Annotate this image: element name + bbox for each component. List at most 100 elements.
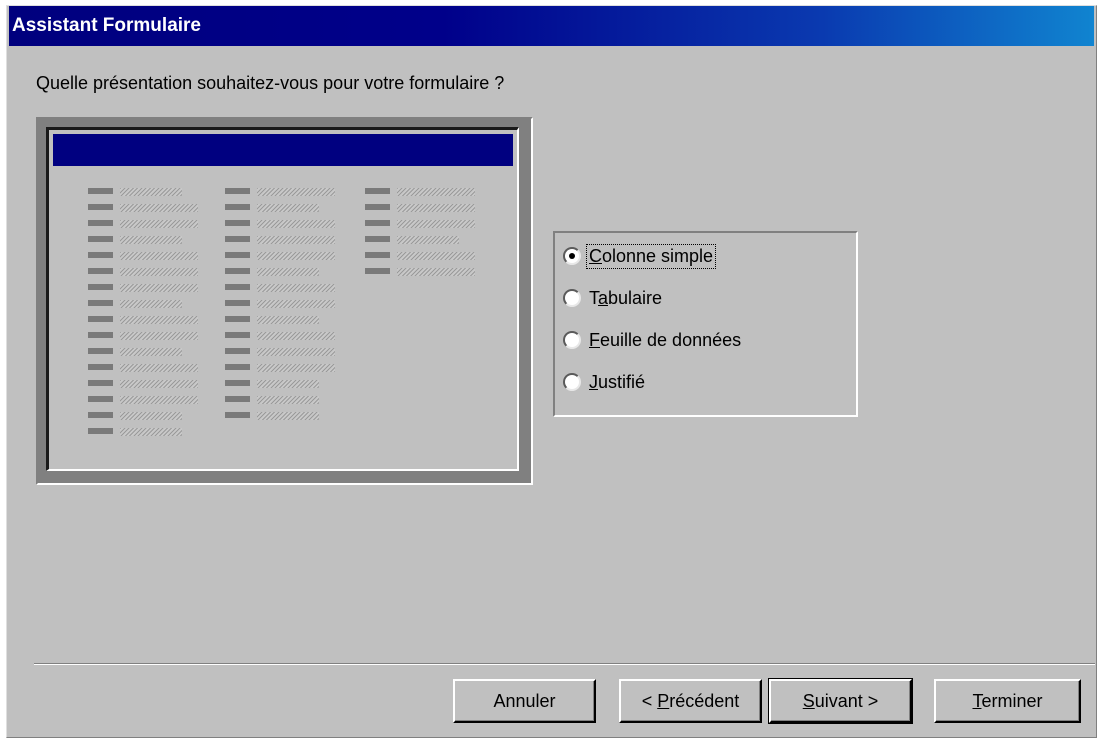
preview-field-box	[120, 428, 182, 436]
preview-field-box	[257, 236, 335, 244]
preview-field-label	[88, 412, 113, 418]
preview-field-label	[225, 220, 250, 226]
preview-field-box	[120, 236, 182, 244]
preview-field-label	[88, 220, 113, 226]
preview-field-box	[120, 300, 182, 308]
preview-field-box	[257, 364, 335, 372]
preview-field-label	[225, 188, 250, 194]
preview-field-label	[88, 348, 113, 354]
radio-button[interactable]	[563, 373, 581, 391]
radio-colonne-simple[interactable]: Colonne simple	[563, 241, 717, 271]
button-label: < Précédent	[641, 690, 740, 711]
preview-field-label	[88, 284, 113, 290]
preview-field-label	[88, 188, 113, 194]
preview-field-box	[120, 316, 198, 324]
previous-button[interactable]: < Précédent	[619, 679, 762, 723]
title-bar: Assistant Formulaire	[9, 6, 1094, 46]
radio-feuille-de-donnees[interactable]: Feuille de données	[563, 325, 743, 355]
preview-field-box	[120, 220, 198, 228]
preview-field-box	[257, 252, 335, 260]
radio-button[interactable]	[563, 289, 581, 307]
preview-field-box	[397, 252, 475, 260]
preview-field-box	[257, 300, 335, 308]
preview-field-box	[257, 348, 335, 356]
preview-field-label	[88, 316, 113, 322]
preview-field-box	[397, 268, 475, 276]
preview-field-label	[365, 268, 390, 274]
preview-field-box	[257, 284, 335, 292]
preview-field-box	[257, 332, 335, 340]
radio-button-checked[interactable]	[563, 247, 581, 265]
next-button[interactable]: Suivant >	[768, 678, 913, 724]
preview-field-label	[88, 204, 113, 210]
finish-button[interactable]: Terminer	[934, 679, 1081, 723]
layout-preview-form	[46, 127, 519, 471]
layout-preview	[36, 117, 533, 485]
layout-option-group: Colonne simple Tabulaire Feuille de donn…	[553, 231, 858, 417]
wizard-dialog: Assistant Formulaire Quelle présentation…	[6, 5, 1097, 738]
preview-field-label	[225, 300, 250, 306]
preview-field-label	[88, 268, 113, 274]
wizard-prompt: Quelle présentation souhaitez-vous pour …	[36, 73, 505, 93]
preview-field-label	[365, 252, 390, 258]
preview-field-box	[397, 220, 475, 228]
button-label: Suivant >	[802, 690, 879, 711]
button-label: Terminer	[972, 690, 1043, 711]
preview-field-label	[365, 220, 390, 226]
preview-field-label	[225, 412, 250, 418]
preview-field-label	[225, 252, 250, 258]
preview-field-box	[120, 396, 198, 404]
preview-field-label	[88, 332, 113, 338]
radio-label: Justifié	[589, 371, 646, 392]
preview-field-box	[120, 380, 198, 388]
preview-field-box	[120, 252, 198, 260]
preview-field-label	[88, 428, 113, 434]
preview-field-label	[225, 204, 250, 210]
radio-tabulaire[interactable]: Tabulaire	[563, 283, 664, 313]
preview-field-label	[225, 396, 250, 402]
preview-field-box	[120, 284, 198, 292]
preview-field-label	[225, 364, 250, 370]
preview-field-label	[365, 188, 390, 194]
button-label: Annuler	[493, 690, 556, 711]
radio-label: Tabulaire	[589, 287, 663, 308]
preview-field-label	[225, 316, 250, 322]
preview-field-label	[365, 236, 390, 242]
preview-field-box	[120, 332, 198, 340]
preview-field-box	[397, 236, 459, 244]
preview-field-box	[120, 348, 182, 356]
radio-label: Feuille de données	[589, 329, 742, 350]
preview-field-box	[397, 204, 475, 212]
radio-label: Colonne simple	[585, 243, 717, 269]
preview-field-label	[225, 268, 250, 274]
radio-button[interactable]	[563, 331, 581, 349]
preview-field-box	[120, 204, 198, 212]
preview-field-box	[257, 316, 319, 324]
preview-field-box	[257, 396, 319, 404]
preview-field-box	[397, 188, 475, 196]
preview-field-box	[120, 412, 182, 420]
preview-field-label	[225, 284, 250, 290]
preview-field-label	[88, 252, 113, 258]
preview-field-box	[257, 220, 335, 228]
preview-field-label	[365, 204, 390, 210]
preview-field-box	[257, 204, 319, 212]
preview-field-label	[88, 236, 113, 242]
preview-field-box	[257, 188, 335, 196]
preview-header-bar	[53, 134, 513, 166]
preview-field-box	[120, 268, 198, 276]
preview-field-label	[225, 348, 250, 354]
preview-field-box	[257, 380, 319, 388]
radio-justifie[interactable]: Justifié	[563, 367, 647, 397]
preview-field-box	[257, 268, 319, 276]
preview-field-label	[88, 364, 113, 370]
window-title: Assistant Formulaire	[12, 15, 201, 36]
button-separator	[34, 663, 1095, 665]
preview-field-label	[225, 380, 250, 386]
preview-field-label	[88, 380, 113, 386]
preview-field-label	[225, 236, 250, 242]
preview-field-label	[88, 300, 113, 306]
cancel-button[interactable]: Annuler	[453, 679, 596, 723]
preview-field-box	[120, 364, 198, 372]
preview-field-label	[225, 332, 250, 338]
